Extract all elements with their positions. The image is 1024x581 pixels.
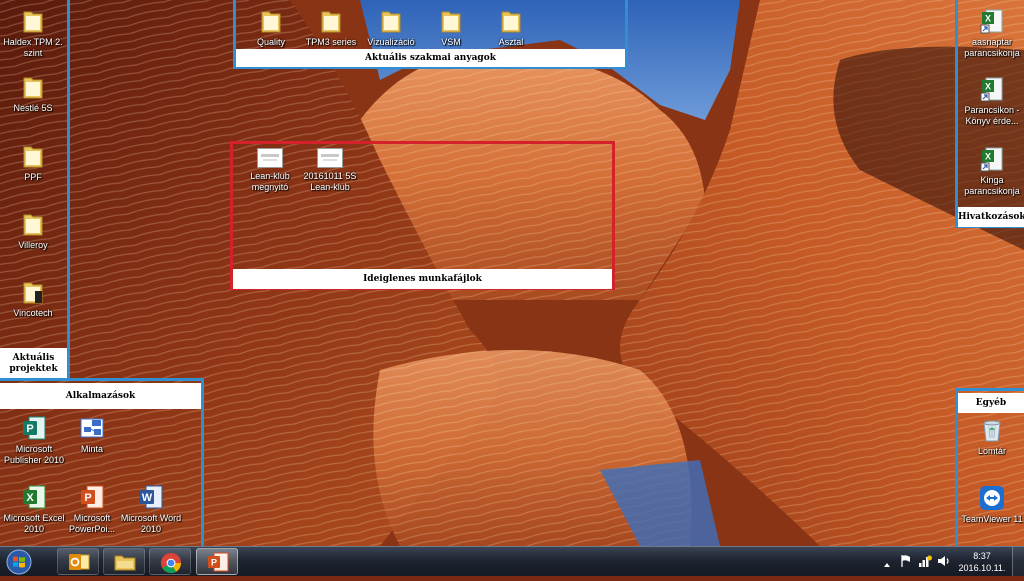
word-icon: W — [140, 485, 163, 509]
svg-text:W: W — [142, 492, 153, 504]
desktop-icon-label: Villeroy — [18, 240, 48, 250]
fence-professional-materials[interactable]: Quality TPM3 series Vizualizáció VSM Asz… — [233, 0, 628, 69]
desktop-icon-label: Lomtár — [977, 446, 1006, 456]
folder-icon — [23, 11, 43, 33]
folder-icon — [23, 77, 43, 99]
desktop-icon-label: Kinga parancsikonja — [964, 175, 1020, 196]
desktop-icon-konyv-erde[interactable]: X Parancsikon - Könyv érde... — [957, 76, 1024, 127]
teamviewer-icon — [980, 486, 1004, 510]
fence-temporary-workfiles[interactable]: Lean-klub megnyitó 20161011 5S Lean-klub… — [230, 141, 615, 290]
outlook-icon — [69, 554, 90, 570]
chrome-icon — [161, 553, 182, 574]
desktop-icon-label: Minta — [80, 444, 103, 454]
desktop-icon-label: aasnaptar parancsikonja — [964, 37, 1020, 58]
folder-icon — [381, 11, 401, 33]
windows-start-icon — [6, 549, 32, 575]
desktop-icon-villeroy[interactable]: Villeroy — [0, 211, 68, 251]
speaker-icon — [938, 556, 949, 566]
taskbar-button-explorer[interactable] — [103, 548, 145, 575]
desktop-icon-recycle-bin[interactable]: Lomtár — [957, 417, 1024, 457]
desktop-icon-label: Haldex TPM 2. szint — [3, 37, 63, 58]
fence-shortcuts[interactable]: X aasnaptar parancsikonja X Parancsikon … — [955, 0, 1024, 228]
network-icon — [919, 555, 932, 567]
desktop-icon-vincotech[interactable]: Vincotech — [0, 279, 68, 319]
folder-icon — [23, 214, 43, 236]
network-button[interactable] — [918, 554, 932, 573]
desktop-icon-minta[interactable]: Minta — [57, 415, 127, 455]
desktop-icon-haldex[interactable]: Haldex TPM 2. szint — [0, 8, 68, 59]
fence-current-projects[interactable]: Haldex TPM 2. szint Nestlé 5S PPF Viller… — [0, 0, 70, 379]
excel-shortcut-icon: X — [980, 77, 1003, 102]
desktop-icon-5s-lean-klub[interactable]: 20161011 5S Lean-klub — [295, 148, 365, 193]
visio-icon — [80, 418, 104, 438]
clock-time: 8:37 — [973, 551, 991, 561]
desktop-icon-teamviewer[interactable]: TeamViewer 11 — [957, 485, 1024, 525]
desktop-icon-kinga[interactable]: X Kinga parancsikonja — [957, 146, 1024, 197]
svg-text:X: X — [985, 82, 991, 92]
svg-text:P: P — [211, 558, 217, 568]
fence-applications[interactable]: Alkalmazások P Microsoft Publisher 2010 … — [0, 378, 204, 550]
desktop-icon-aasnaptar[interactable]: X aasnaptar parancsikonja — [957, 8, 1024, 59]
desktop-icon-ppf[interactable]: PPF — [0, 143, 68, 183]
desktop-icon-label: Asztal — [498, 37, 524, 47]
folder-icon — [321, 11, 341, 33]
presentation-file-icon — [317, 148, 343, 168]
action-center-button[interactable] — [900, 554, 912, 573]
excel-shortcut-icon: X — [980, 9, 1003, 34]
clock-date: 2016.10.11. — [958, 563, 1006, 573]
taskbar-clock[interactable]: 8:37 2016.10.11. — [956, 550, 1008, 574]
desktop-icon-asztal[interactable]: Asztal — [476, 8, 546, 48]
excel-shortcut-icon: X — [980, 147, 1003, 172]
desktop-icon-word[interactable]: W Microsoft Word 2010 — [116, 484, 186, 535]
show-hidden-icons-button[interactable] — [883, 556, 891, 574]
desktop-icon-label: Microsoft Word 2010 — [120, 513, 182, 534]
folder-icon — [23, 282, 43, 304]
folder-icon — [441, 11, 461, 33]
desktop-icon-label: Parancsikon - Könyv érde... — [964, 105, 1020, 126]
fence-title: Egyéb — [958, 393, 1024, 413]
fence-title: Ideiglenes munkafájlok — [233, 269, 612, 289]
taskbar-button-chrome[interactable] — [149, 548, 191, 575]
folder-icon — [261, 11, 281, 33]
fence-title: Alkalmazások — [0, 383, 201, 409]
folder-icon — [114, 555, 136, 571]
desktop-icon-label: TeamViewer 11 — [961, 514, 1023, 524]
volume-button[interactable] — [937, 554, 951, 573]
fence-other[interactable]: Egyéb Lomtár TeamViewer 11 — [955, 388, 1024, 550]
powerpoint-icon: P — [81, 485, 104, 509]
folder-icon — [23, 146, 43, 168]
taskbar: P 8:37 2016.10.11. — [0, 546, 1024, 576]
desktop-icon-label: Nestlé 5S — [13, 103, 53, 113]
taskbar-button-outlook[interactable] — [57, 548, 99, 575]
fence-title: Hivatkozások — [958, 207, 1024, 227]
desktop-icon-label: PPF — [24, 172, 42, 182]
chevron-up-icon — [884, 563, 890, 567]
flag-icon — [901, 555, 910, 567]
show-desktop-button[interactable] — [1012, 547, 1024, 576]
fence-title: Aktuális szakmai anyagok — [236, 49, 625, 67]
recycle-bin-icon — [983, 420, 1001, 442]
publisher-icon: P — [23, 416, 46, 440]
desktop-icon-nestle[interactable]: Nestlé 5S — [0, 74, 68, 114]
powerpoint-icon: P — [208, 552, 229, 572]
desktop-icon-label: Vincotech — [13, 308, 53, 318]
presentation-file-icon — [257, 148, 283, 168]
svg-text:X: X — [985, 152, 991, 162]
svg-text:P: P — [26, 423, 33, 435]
svg-text:P: P — [84, 492, 91, 504]
excel-icon: X — [23, 485, 46, 509]
desktop-icon-label: 20161011 5S Lean-klub — [303, 171, 357, 192]
svg-text:X: X — [26, 492, 34, 504]
fence-title: Aktuális projektek — [0, 348, 67, 378]
svg-text:X: X — [985, 14, 991, 24]
taskbar-button-powerpoint[interactable]: P — [196, 548, 238, 575]
start-button[interactable] — [4, 548, 36, 576]
folder-icon — [501, 11, 521, 33]
